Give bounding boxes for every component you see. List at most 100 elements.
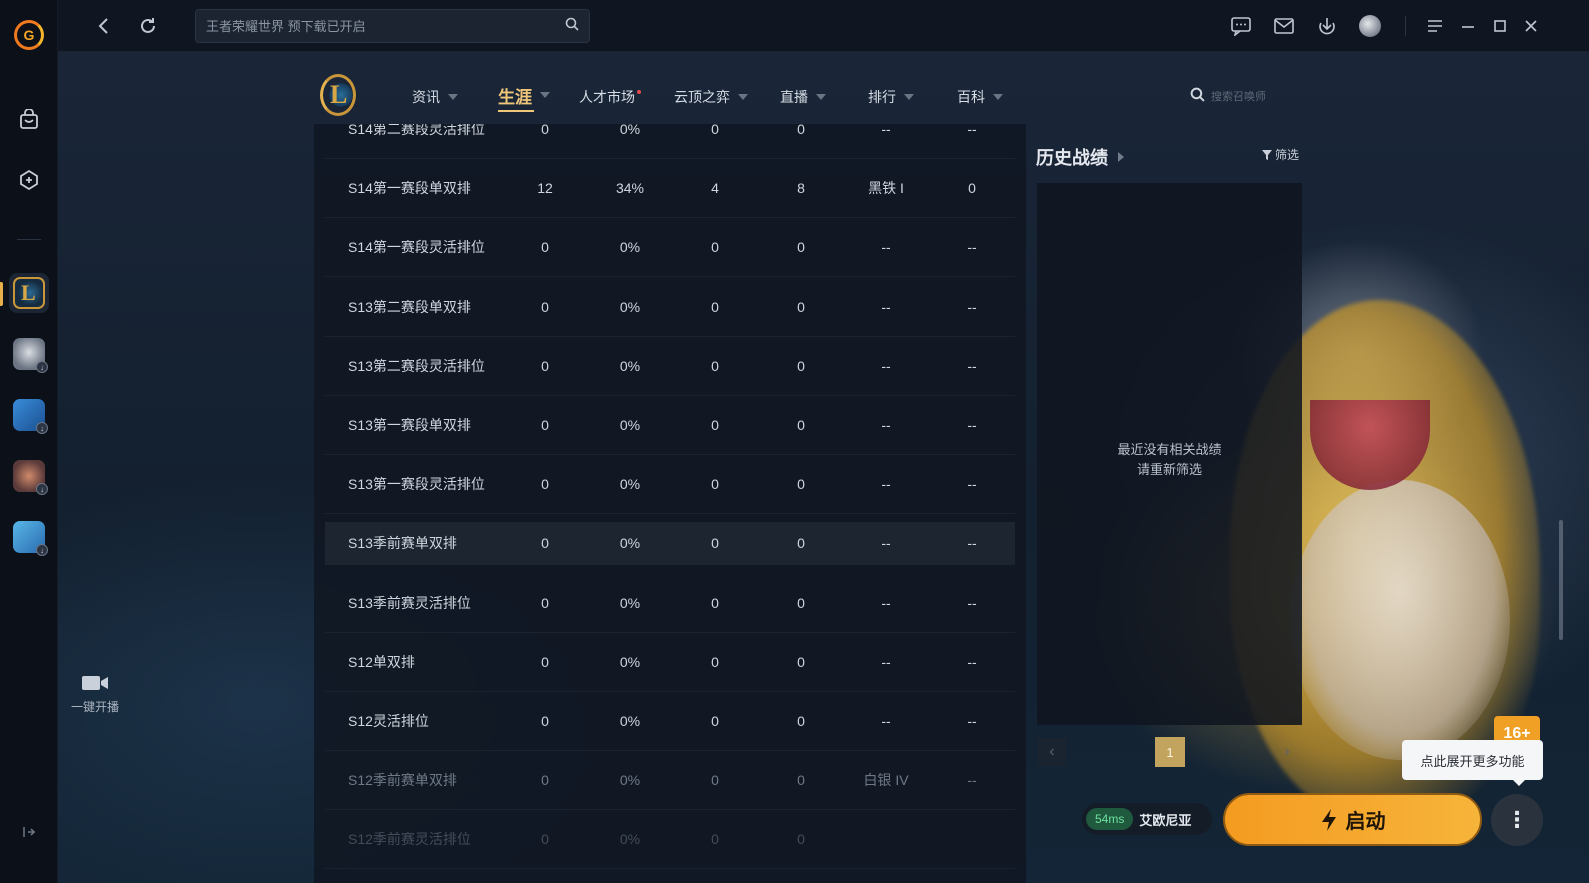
cell-tier: --: [881, 417, 891, 433]
nav-tft[interactable]: 云顶之弈: [674, 86, 748, 108]
cell-tier: --: [881, 594, 891, 611]
cell-tier: --: [881, 239, 891, 256]
cell-points: --: [967, 772, 977, 789]
table-row[interactable]: S13第二赛段单双排 0 0% 0 0 -- --: [325, 278, 1015, 337]
cell-tier: --: [881, 357, 891, 374]
chevron-down-icon: [816, 94, 826, 100]
server-selector[interactable]: 54ms 艾欧尼亚: [1082, 803, 1212, 835]
game-blue-sword-icon[interactable]: ↓: [9, 395, 49, 435]
collapse-rail-icon[interactable]: [19, 825, 39, 841]
chevron-right-icon: [1118, 152, 1124, 162]
one-key-live-button[interactable]: 一键开播: [64, 672, 126, 724]
cell-winrate: 0%: [619, 417, 641, 433]
cell-games: 0: [541, 239, 549, 256]
more-options-button[interactable]: ⋮: [1491, 794, 1543, 846]
app-logo-icon[interactable]: G: [14, 20, 44, 50]
game-tft-icon[interactable]: ↓: [9, 517, 49, 557]
launch-button[interactable]: 启动: [1223, 793, 1482, 846]
filter-label: 筛选: [1275, 148, 1300, 162]
nav-wiki[interactable]: 百科: [957, 86, 1003, 108]
back-icon[interactable]: [92, 14, 116, 38]
game-valorant-icon[interactable]: ↓: [9, 334, 49, 374]
table-row[interactable]: S12单双排 0 0% 0 0 -- --: [325, 633, 1015, 692]
nav-talent-market[interactable]: 人才市场: [579, 86, 641, 108]
menu-icon[interactable]: [1423, 14, 1447, 38]
nav-live[interactable]: 直播: [780, 86, 826, 108]
cell-points: --: [967, 239, 977, 256]
table-row[interactable]: S13第二赛段灵活排位 0 0% 0 0 -- --: [325, 337, 1015, 396]
global-search-bar[interactable]: [195, 9, 590, 43]
chevron-down-icon: [448, 94, 458, 100]
cell-wins: 0: [711, 772, 719, 789]
summoner-search-input[interactable]: [1211, 91, 1301, 103]
launch-label: 启动: [1345, 811, 1386, 833]
nav-career[interactable]: 生涯: [498, 84, 550, 112]
table-row[interactable]: S13季前赛灵活排位 0 0% 0 0 -- --: [325, 574, 1015, 633]
cell-games: 0: [541, 653, 549, 670]
table-row[interactable]: S13季前赛单双排 0 0% 0 0 -- --: [325, 522, 1015, 566]
download-icon[interactable]: [1315, 14, 1339, 38]
maximize-icon[interactable]: [1488, 14, 1512, 38]
pager-prev-icon[interactable]: ‹: [1038, 738, 1066, 766]
cell-winrate: 0%: [619, 476, 641, 493]
cell-games: 0: [541, 713, 549, 729]
chevron-down-icon: [904, 94, 914, 100]
history-filter-button[interactable]: 筛选: [1262, 146, 1299, 163]
table-row[interactable]: S14第二赛段灵活排位 0 0% 0 0 -- --: [325, 124, 1015, 159]
nav-career-label: 生涯: [498, 87, 532, 107]
nav-tft-label: 云顶之弈: [674, 89, 730, 105]
mail-icon[interactable]: [1272, 14, 1296, 38]
chat-icon[interactable]: [1229, 14, 1253, 38]
cell-winrate: 0%: [619, 772, 641, 789]
cell-losses: 0: [797, 476, 805, 493]
queue-name: S14第二赛段灵活排位: [348, 124, 485, 137]
search-icon[interactable]: [1190, 87, 1205, 107]
lol-logo-icon[interactable]: L: [320, 74, 356, 116]
cell-winrate: 0%: [619, 239, 641, 256]
user-avatar[interactable]: [1358, 14, 1382, 38]
cell-games: 0: [541, 831, 549, 848]
close-icon[interactable]: [1519, 14, 1543, 38]
search-icon[interactable]: [565, 17, 579, 36]
content-nav: L 资讯 生涯 人才市场 云顶之弈 直播 排行 百科: [314, 70, 1314, 124]
cell-losses: 0: [797, 298, 805, 315]
cell-games: 0: [541, 124, 549, 137]
pager-next-icon[interactable]: ›: [1273, 738, 1301, 766]
minimize-icon[interactable]: [1456, 14, 1480, 38]
table-row[interactable]: S12季前赛灵活排位 0 0% 0 0: [325, 810, 1015, 870]
table-row[interactable]: S14第一赛段单双排 12 34% 4 8 黑铁 I 0: [325, 159, 1015, 219]
game-fantasy-icon[interactable]: ↓: [9, 456, 49, 496]
scrollbar[interactable]: [1559, 520, 1563, 640]
global-search-input[interactable]: [206, 18, 565, 34]
table-row[interactable]: S12灵活排位 0 0% 0 0 -- --: [325, 692, 1015, 751]
history-title[interactable]: 历史战绩: [1036, 144, 1124, 170]
pager-page-button[interactable]: 1: [1155, 737, 1185, 767]
table-row[interactable]: S12季前赛单双排 0 0% 0 0 白银 IV --: [325, 751, 1015, 811]
add-game-icon[interactable]: [9, 160, 49, 200]
video-camera-icon: [80, 672, 110, 694]
nav-ranking[interactable]: 排行: [868, 86, 914, 108]
queue-name: S13第一赛段灵活排位: [348, 476, 485, 493]
cell-games: 0: [541, 357, 549, 374]
summoner-search[interactable]: [1190, 86, 1310, 108]
table-row[interactable]: S14第一赛段灵活排位 0 0% 0 0 -- --: [325, 218, 1015, 278]
store-bag-icon[interactable]: [9, 100, 49, 140]
cell-winrate: 34%: [615, 180, 645, 197]
cell-points: --: [967, 124, 977, 137]
live-label: 一键开播: [70, 700, 119, 714]
cell-winrate: 0%: [619, 713, 641, 729]
nav-wiki-label: 百科: [957, 89, 985, 105]
table-row[interactable]: S13第一赛段单双排 0 0% 0 0 -- --: [325, 396, 1015, 455]
cell-winrate: 0%: [619, 298, 641, 315]
ping-badge: 54ms: [1086, 808, 1134, 830]
empty-message: 最近没有相关战绩: [1117, 442, 1222, 457]
table-row[interactable]: S13第一赛段灵活排位 0 0% 0 0 -- --: [325, 455, 1015, 515]
topbar-separator: [1405, 16, 1406, 36]
cell-games: 12: [537, 180, 553, 197]
chevron-down-icon: [540, 92, 550, 98]
cell-points: --: [967, 713, 977, 729]
nav-news[interactable]: 资讯: [412, 86, 458, 108]
notification-dot: [637, 90, 641, 94]
game-lol-icon[interactable]: L: [9, 273, 49, 313]
refresh-icon[interactable]: [136, 14, 160, 38]
